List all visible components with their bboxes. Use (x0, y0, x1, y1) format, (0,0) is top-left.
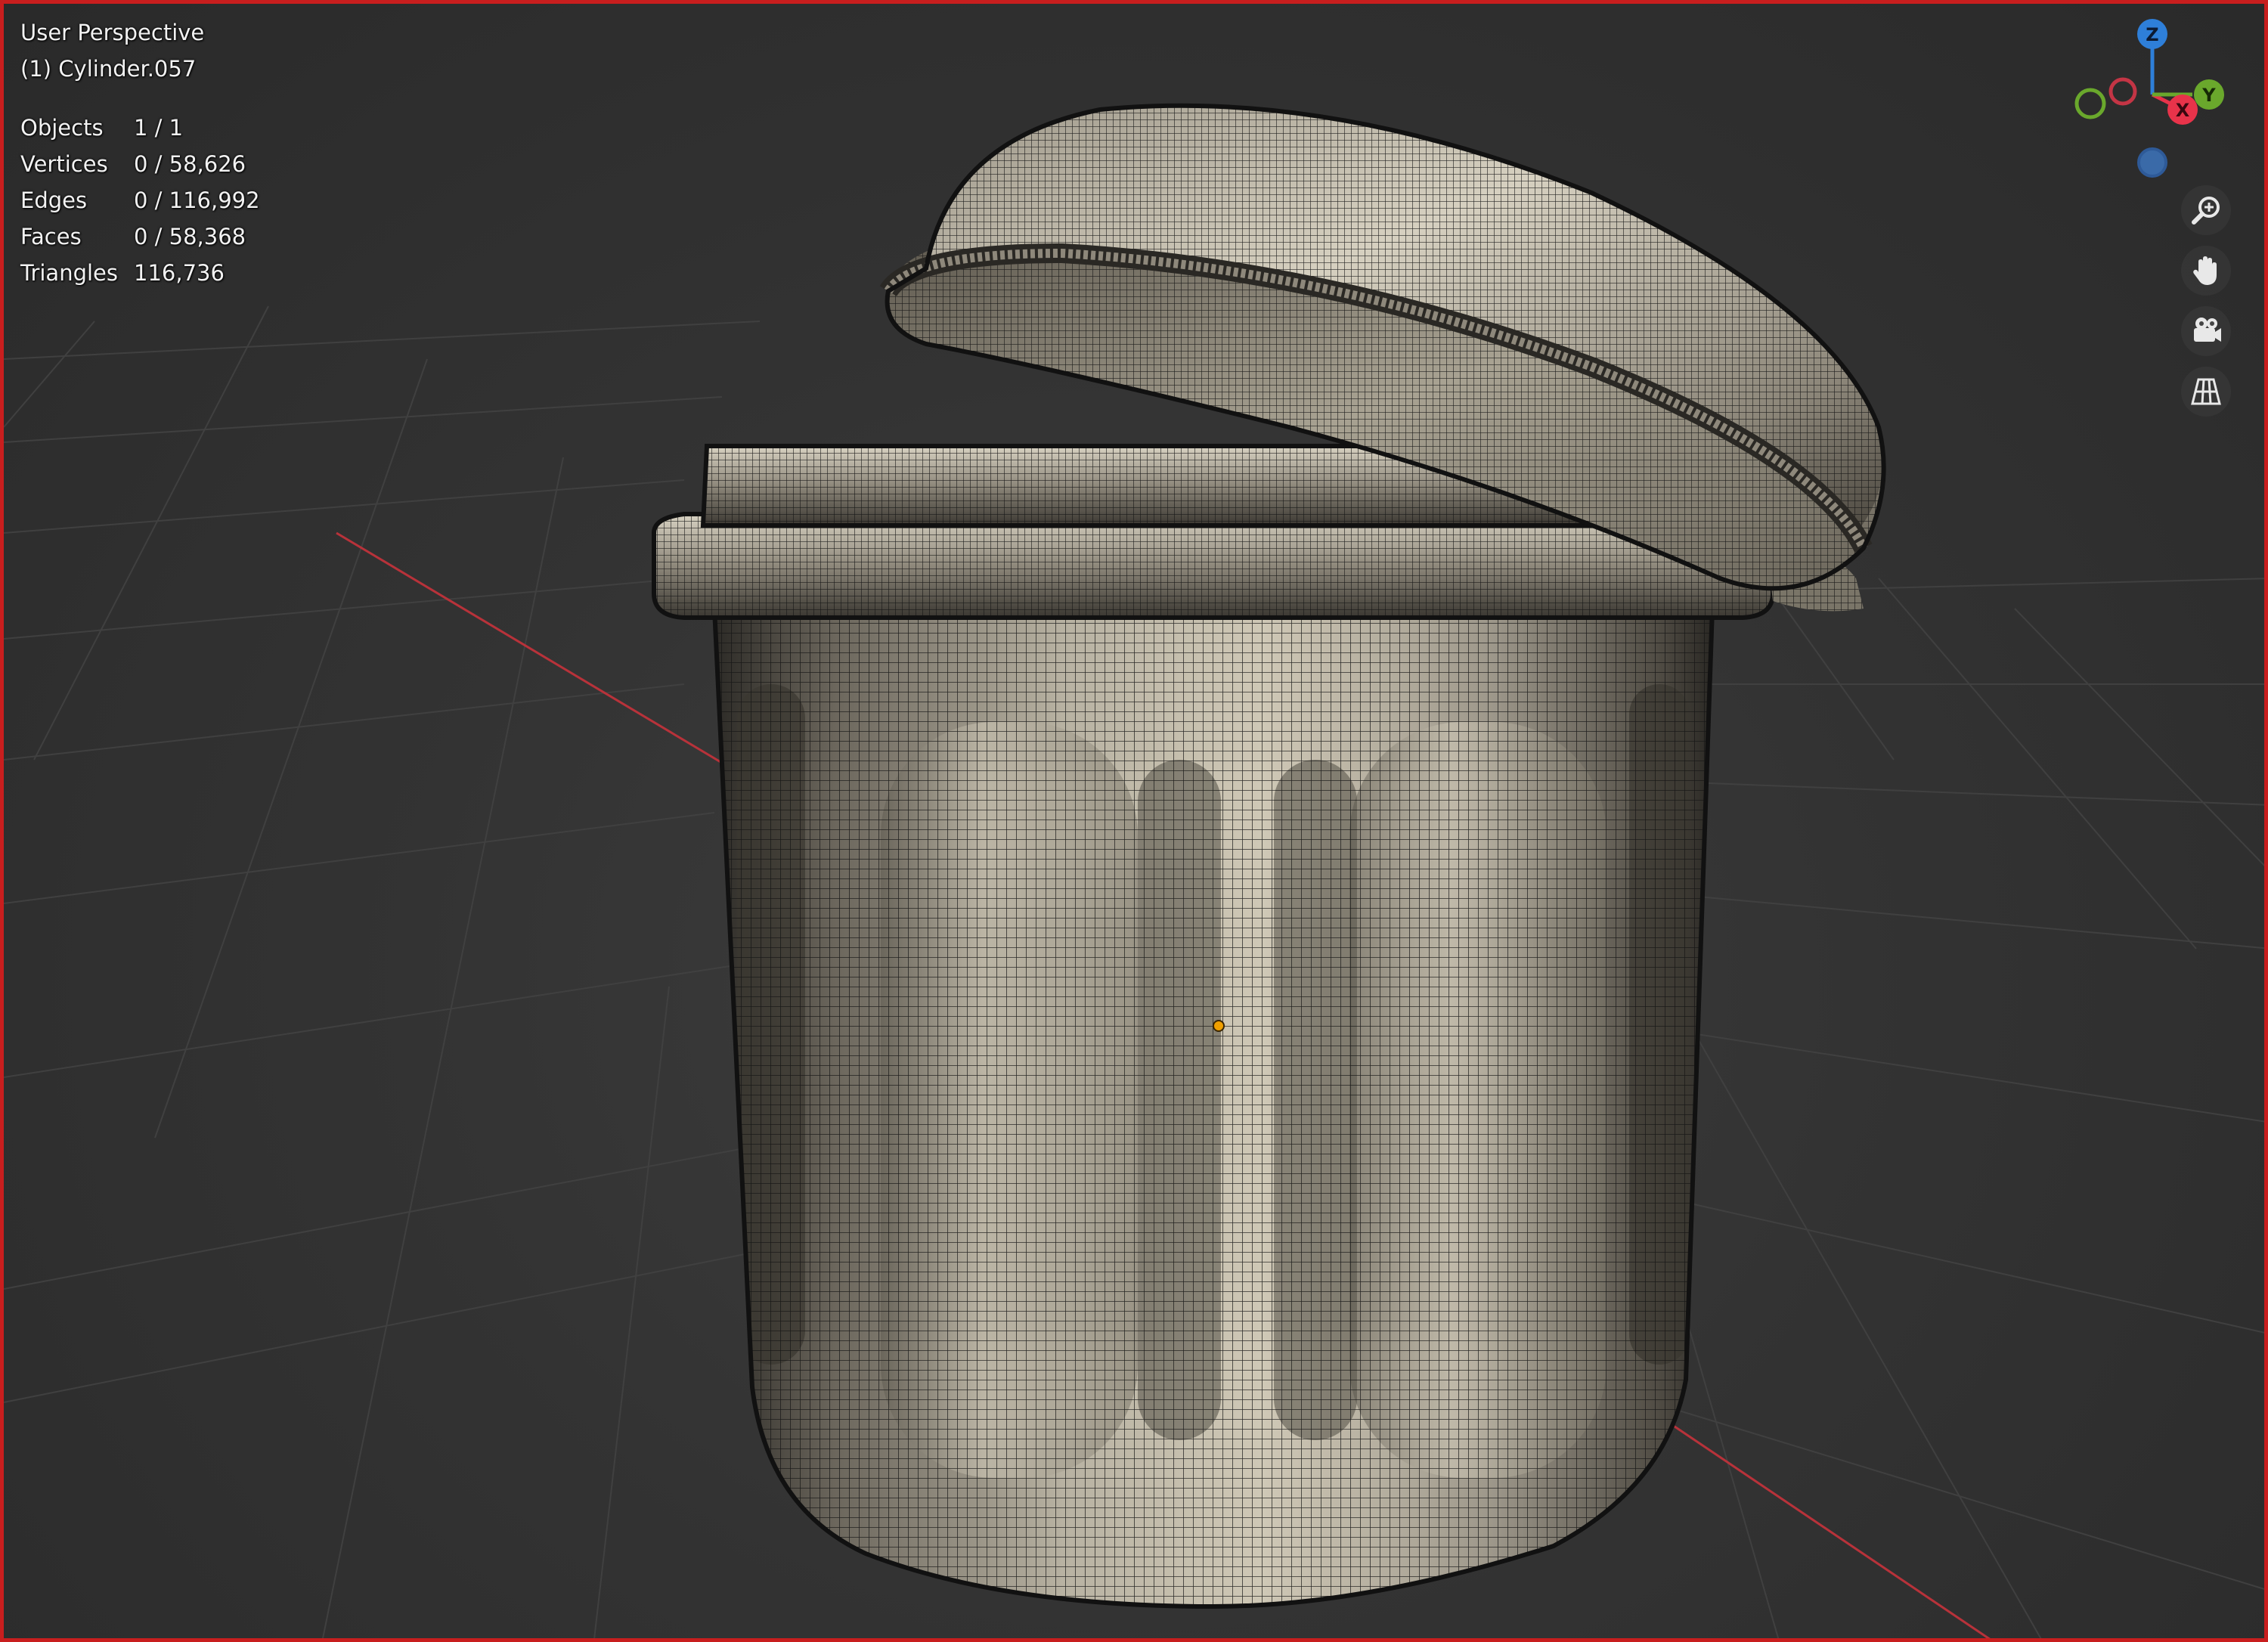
gizmo-neg-z-handle[interactable] (2137, 147, 2167, 178)
pan-button[interactable] (2181, 246, 2231, 296)
stat-vertices: Vertices 0 / 58,626 (20, 146, 260, 182)
hand-pan-icon (2193, 256, 2217, 285)
gizmo-x-label: X (2176, 100, 2190, 121)
stat-label: Faces (20, 224, 82, 249)
gizmo-z-label: Z (2146, 24, 2158, 45)
stat-label: Edges (20, 187, 88, 213)
stat-faces: Faces 0 / 58,368 (20, 218, 260, 255)
gizmo-neg-x-handle[interactable] (2108, 77, 2137, 106)
3d-viewport[interactable]: User Perspective (1) Cylinder.057 Object… (0, 0, 2268, 1642)
stat-edges: Edges 0 / 116,992 (20, 182, 260, 218)
navigation-gizmo[interactable]: Z Y X (2068, 11, 2249, 185)
stat-label: Triangles (20, 260, 118, 286)
ortho-toggle-button[interactable] (2181, 367, 2231, 417)
zoom-icon (2192, 197, 2220, 225)
active-object-name: (1) Cylinder.057 (20, 56, 197, 82)
stat-value: 1 / 1 (134, 115, 184, 141)
view-name: User Perspective (20, 20, 205, 45)
trash-can-model (652, 444, 1864, 1609)
stat-value: 0 / 116,992 (134, 187, 260, 213)
stat-value: 116,736 (134, 260, 225, 286)
scene (4, 103, 2264, 1638)
stat-value: 0 / 58,368 (134, 224, 246, 249)
zoom-button[interactable] (2181, 185, 2231, 235)
camera-view-button[interactable] (2181, 306, 2231, 356)
viewport-stats-overlay: User Perspective (1) Cylinder.057 Object… (20, 14, 260, 291)
stat-label: Objects (20, 115, 104, 141)
object-origin (1213, 1020, 1225, 1032)
stat-triangles: Triangles 116,736 (20, 255, 260, 291)
stat-objects: Objects 1 / 1 (20, 110, 260, 146)
stat-label: Vertices (20, 151, 108, 177)
gizmo-neg-y-handle[interactable] (2074, 88, 2106, 119)
grid-ortho-icon (2191, 378, 2221, 405)
gizmo-y-label: Y (2201, 85, 2216, 106)
camera-icon (2194, 318, 2221, 342)
stat-value: 0 / 58,626 (134, 151, 246, 177)
